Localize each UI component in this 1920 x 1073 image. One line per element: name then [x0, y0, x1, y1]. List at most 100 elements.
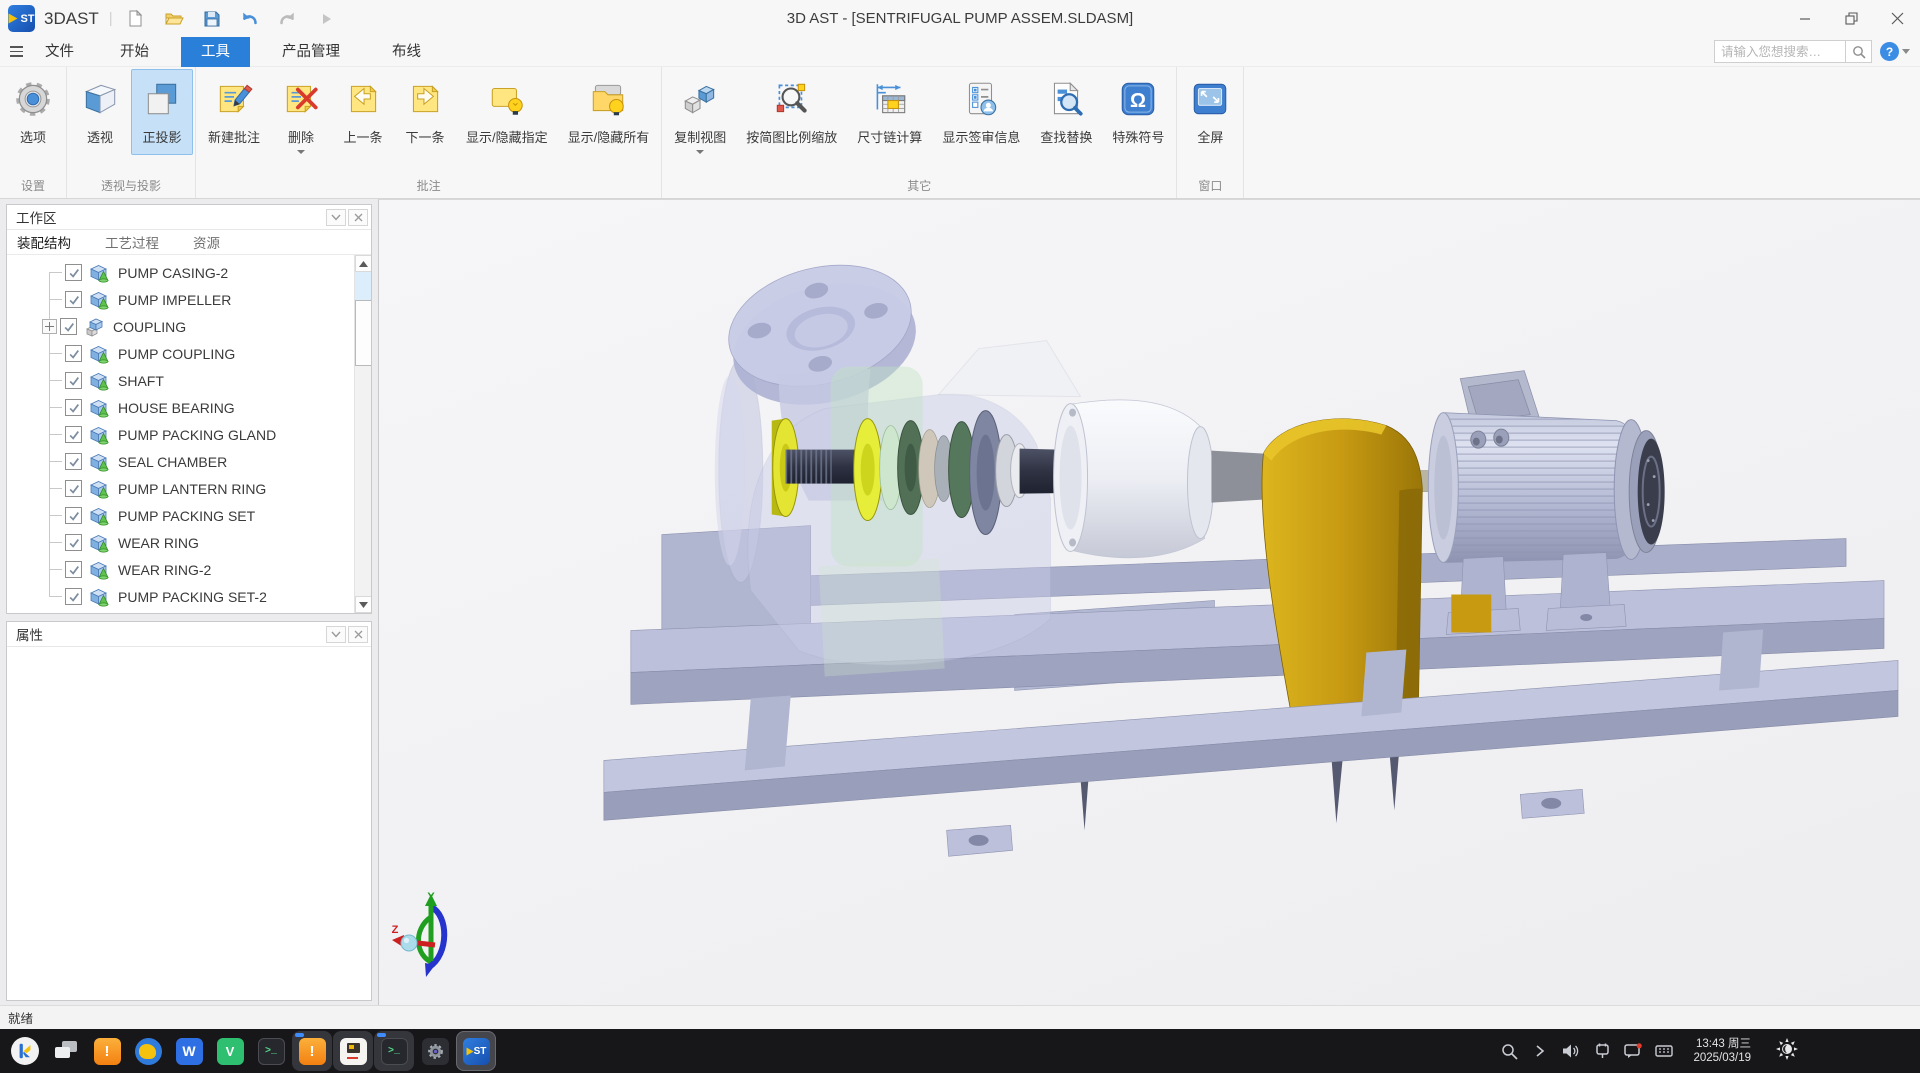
menu-tab-开始[interactable]: 开始 — [100, 37, 169, 67]
tree-item[interactable]: PUMP PACKING SET — [7, 502, 354, 529]
restore-button[interactable] — [1828, 0, 1874, 37]
tree-item[interactable]: HOUSE BEARING — [7, 394, 354, 421]
visibility-checkbox[interactable] — [65, 264, 82, 281]
ribbon-button-bulb-note[interactable]: 显示/隐藏指定 — [456, 69, 558, 155]
taskbar-app-wps[interactable]: W — [169, 1031, 209, 1071]
help-button[interactable]: ? — [1880, 42, 1899, 61]
dropdown-caret-icon[interactable] — [696, 150, 704, 154]
tree-item[interactable]: COUPLING — [7, 313, 354, 340]
tree-item[interactable]: SEAL CHAMBER — [7, 448, 354, 475]
taskbar-app-terminal-running[interactable]: >_ — [374, 1031, 414, 1071]
pump-assembly-model[interactable] — [379, 200, 1920, 1005]
ribbon-button-gear[interactable]: 选项 — [2, 69, 64, 155]
taskbar-app-orange[interactable]: ! — [87, 1031, 127, 1071]
ribbon-button-omega[interactable]: Ω特殊符号 — [1102, 69, 1174, 155]
ribbon-button-copy-view[interactable]: 复制视图 — [664, 69, 736, 155]
visibility-checkbox[interactable] — [65, 345, 82, 362]
workspace-tab-资源[interactable]: 资源 — [193, 232, 220, 252]
tree-item[interactable]: PUMP COUPLING — [7, 340, 354, 367]
3d-viewport[interactable]: Y Z — [378, 199, 1920, 1005]
visibility-checkbox[interactable] — [65, 561, 82, 578]
taskbar-app-3dast[interactable]: ST — [456, 1031, 496, 1071]
workspace-tab-工艺过程[interactable]: 工艺过程 — [105, 232, 159, 252]
visibility-checkbox[interactable] — [65, 480, 82, 497]
menu-tab-布线[interactable]: 布线 — [372, 37, 441, 67]
open-file-button[interactable] — [161, 6, 187, 32]
tray-keyboard-icon[interactable] — [1654, 1041, 1674, 1061]
visibility-checkbox[interactable] — [65, 372, 82, 389]
tree-scrollbar[interactable] — [354, 255, 371, 613]
tree-item[interactable]: PUMP PACKING SET-2 — [7, 583, 354, 610]
ribbon-button-fullscreen[interactable]: 全屏 — [1179, 69, 1241, 155]
redo-button[interactable] — [275, 6, 301, 32]
visibility-checkbox[interactable] — [65, 399, 82, 416]
visibility-checkbox[interactable] — [65, 426, 82, 443]
taskbar-app-settings[interactable] — [415, 1031, 455, 1071]
axis-triad[interactable]: Y Z — [389, 889, 463, 979]
ribbon-button-next[interactable]: 下一条 — [394, 69, 456, 155]
ribbon-button-prev[interactable]: 上一条 — [332, 69, 394, 155]
new-document-button[interactable] — [123, 6, 149, 32]
visibility-checkbox[interactable] — [60, 318, 77, 335]
menu-tab-工具[interactable]: 工具 — [181, 37, 250, 67]
help-dropdown-icon[interactable] — [1902, 49, 1910, 54]
hamburger-icon[interactable] — [10, 46, 23, 57]
ribbon-button-note-new[interactable]: 新建批注 — [198, 69, 270, 155]
file-menu[interactable]: 文件 — [31, 37, 88, 67]
dropdown-caret-icon[interactable] — [297, 150, 305, 154]
tree-item[interactable]: PUMP PACKING GLAND — [7, 421, 354, 448]
scroll-down-icon[interactable] — [355, 596, 371, 613]
tray-volume-icon[interactable] — [1561, 1041, 1581, 1061]
ribbon-button-ortho[interactable]: 正投影 — [131, 69, 193, 155]
tree-expander-icon[interactable] — [42, 319, 57, 334]
panel-close-button[interactable] — [348, 626, 368, 643]
taskbar-app-pet[interactable] — [128, 1031, 168, 1071]
tray-search-icon[interactable] — [1499, 1041, 1519, 1061]
taskbar-app-terminal[interactable]: >_ — [251, 1031, 291, 1071]
search-icon[interactable] — [1846, 40, 1872, 63]
ribbon-button-zoom-scale[interactable]: 按简图比例缩放 — [736, 69, 847, 155]
start-menu-icon — [11, 1037, 39, 1065]
taskbar-start-menu[interactable] — [5, 1031, 45, 1071]
search-input[interactable] — [1714, 40, 1846, 63]
close-button[interactable] — [1874, 0, 1920, 37]
tree-item[interactable]: WEAR RING — [7, 529, 354, 556]
tray-input-method-icon[interactable] — [1592, 1041, 1612, 1061]
visibility-checkbox[interactable] — [65, 291, 82, 308]
taskbar-app-document[interactable] — [333, 1031, 373, 1071]
visibility-checkbox[interactable] — [65, 534, 82, 551]
ribbon-button-dim-chain[interactable]: 尺寸链计算 — [847, 69, 932, 155]
play-button[interactable] — [313, 6, 339, 32]
workspace-tab-装配结构[interactable]: 装配结构 — [17, 232, 71, 252]
scrollbar-thumb[interactable] — [355, 300, 371, 366]
scroll-up-icon[interactable] — [355, 255, 371, 272]
taskbar-show-desktop[interactable] — [46, 1031, 86, 1071]
tree-item[interactable]: PUMP LANTERN RING — [7, 475, 354, 502]
panel-collapse-button[interactable] — [326, 209, 346, 226]
tree-item[interactable]: SHAFT — [7, 367, 354, 394]
taskbar-clock[interactable]: 13:43 周三 2025/03/19 — [1693, 1037, 1751, 1065]
minimize-button[interactable] — [1782, 0, 1828, 37]
taskbar-app-green[interactable]: V — [210, 1031, 250, 1071]
tray-expand-icon[interactable] — [1530, 1041, 1550, 1061]
undo-button[interactable] — [237, 6, 263, 32]
ribbon-button-note-delete[interactable]: 删除 — [270, 69, 332, 155]
panel-close-button[interactable] — [348, 209, 368, 226]
tree-item[interactable]: PUMP IMPELLER — [7, 286, 354, 313]
ribbon-button-cube[interactable]: 透视 — [69, 69, 131, 155]
night-light-icon[interactable] — [1776, 1038, 1798, 1065]
ribbon-button-sign-info[interactable]: 显示签审信息 — [932, 69, 1030, 155]
ribbon-button-bulb-folder[interactable]: 显示/隐藏所有 — [558, 69, 660, 155]
tray-messages-icon[interactable] — [1623, 1041, 1643, 1061]
panel-collapse-button[interactable] — [326, 626, 346, 643]
visibility-checkbox[interactable] — [65, 507, 82, 524]
save-button[interactable] — [199, 6, 225, 32]
tree-item[interactable]: PUMP CASING-2 — [7, 259, 354, 286]
tree-item[interactable]: WEAR RING-2 — [7, 556, 354, 583]
visibility-checkbox[interactable] — [65, 588, 82, 605]
taskbar-app-orange-running[interactable]: ! — [292, 1031, 332, 1071]
scrollbar-page-region[interactable] — [355, 272, 371, 300]
ribbon-button-find-replace[interactable]: 查找替换 — [1030, 69, 1102, 155]
menu-tab-产品管理[interactable]: 产品管理 — [262, 37, 360, 67]
visibility-checkbox[interactable] — [65, 453, 82, 470]
